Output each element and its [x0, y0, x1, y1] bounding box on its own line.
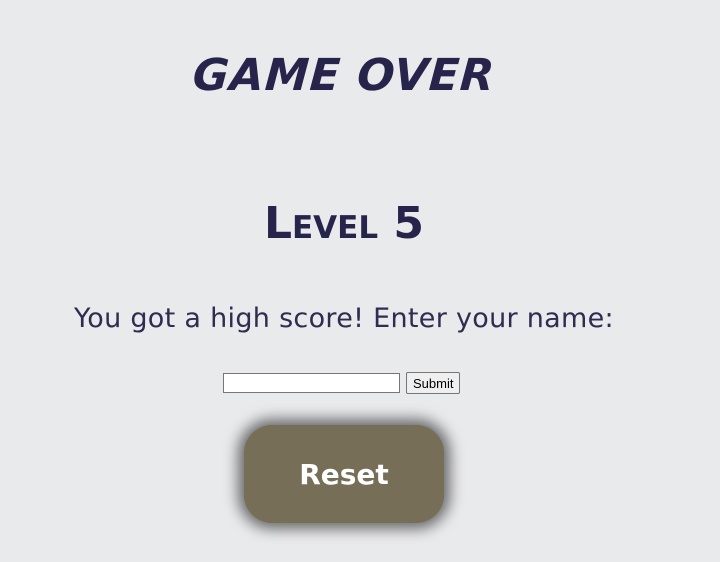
high-score-form: Submit — [223, 372, 461, 394]
high-score-prompt: You got a high score! Enter your name: — [74, 303, 614, 334]
reset-button[interactable]: Reset — [244, 425, 444, 523]
name-input[interactable] — [223, 373, 400, 393]
game-over-title: GAME OVER — [191, 50, 497, 101]
level-heading: Level 5 — [263, 198, 425, 249]
submit-button[interactable]: Submit — [406, 372, 461, 394]
